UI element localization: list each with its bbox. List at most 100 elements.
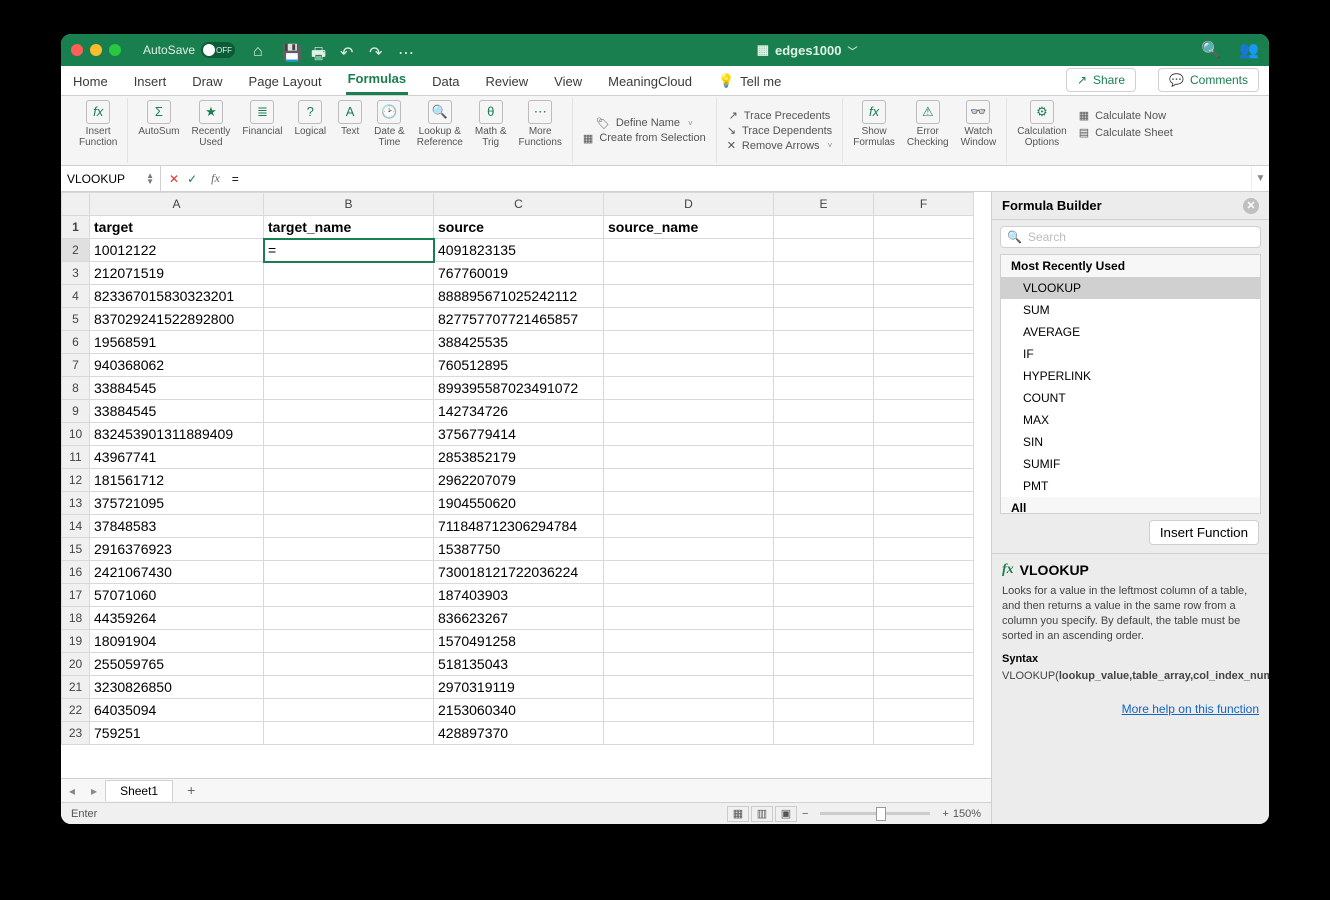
cell[interactable] [604, 492, 774, 515]
row-header[interactable]: 11 [62, 446, 90, 469]
cell[interactable]: 518135043 [434, 653, 604, 676]
sheet-nav-next-icon[interactable]: ▸ [83, 784, 105, 798]
cell[interactable] [604, 538, 774, 561]
row-header[interactable]: 20 [62, 653, 90, 676]
cell[interactable]: 2153060340 [434, 699, 604, 722]
row-header[interactable]: 16 [62, 561, 90, 584]
undo-icon[interactable]: ↶ [340, 43, 355, 58]
row-header[interactable]: 10 [62, 423, 90, 446]
cell[interactable] [774, 607, 874, 630]
cell[interactable] [264, 285, 434, 308]
cell[interactable]: 2962207079 [434, 469, 604, 492]
trace-precedents-button[interactable]: ↗Trace Precedents [725, 108, 835, 123]
more-icon[interactable]: ⋯ [398, 43, 413, 58]
cell[interactable]: 4091823135 [434, 239, 604, 262]
cell[interactable] [874, 699, 974, 722]
cell[interactable] [264, 515, 434, 538]
cell[interactable] [874, 377, 974, 400]
tab-data[interactable]: Data [430, 68, 461, 95]
function-item[interactable]: IF [1001, 343, 1260, 365]
cell[interactable] [604, 676, 774, 699]
row-header[interactable]: 13 [62, 492, 90, 515]
cell[interactable]: 888895671025242112 [434, 285, 604, 308]
cell[interactable] [774, 446, 874, 469]
function-item[interactable]: SUMIF [1001, 453, 1260, 475]
cell[interactable]: 1904550620 [434, 492, 604, 515]
cell[interactable] [774, 400, 874, 423]
row-header[interactable]: 1 [62, 216, 90, 239]
cell[interactable] [264, 699, 434, 722]
share-button[interactable]: ↗ Share [1066, 68, 1136, 92]
cell[interactable] [604, 469, 774, 492]
col-header-D[interactable]: D [604, 193, 774, 216]
function-item[interactable]: COUNT [1001, 387, 1260, 409]
cell[interactable] [604, 653, 774, 676]
view-normal-icon[interactable]: ▦ [727, 806, 749, 822]
view-page-layout-icon[interactable]: ▥ [751, 806, 773, 822]
tab-page-layout[interactable]: Page Layout [247, 68, 324, 95]
row-header[interactable]: 17 [62, 584, 90, 607]
expand-formula-bar-icon[interactable]: ▼ [1251, 166, 1269, 191]
cell[interactable] [874, 469, 974, 492]
cell[interactable] [774, 423, 874, 446]
cell[interactable] [874, 676, 974, 699]
cell[interactable]: source [434, 216, 604, 239]
cell[interactable]: 18091904 [90, 630, 264, 653]
close-window-icon[interactable] [71, 44, 83, 56]
cell[interactable] [874, 515, 974, 538]
maximize-window-icon[interactable] [109, 44, 121, 56]
formula-input[interactable]: = [226, 172, 1251, 186]
watch-window-button[interactable]: 👓Watch Window [957, 98, 1001, 150]
cell[interactable]: 899395587023491072 [434, 377, 604, 400]
cell[interactable] [874, 285, 974, 308]
cell[interactable] [604, 584, 774, 607]
cell[interactable] [604, 515, 774, 538]
tab-home[interactable]: Home [71, 68, 110, 95]
cell[interactable] [604, 423, 774, 446]
cell[interactable]: 837029241522892800 [90, 308, 264, 331]
function-search-input[interactable]: 🔍 Search [1000, 226, 1261, 248]
zoom-slider[interactable] [820, 812, 930, 815]
cell[interactable] [604, 699, 774, 722]
cell[interactable] [604, 400, 774, 423]
row-header[interactable]: 19 [62, 630, 90, 653]
cell[interactable]: 767760019 [434, 262, 604, 285]
cell[interactable] [604, 607, 774, 630]
cell[interactable] [604, 239, 774, 262]
cell[interactable] [874, 308, 974, 331]
remove-arrows-button[interactable]: ✕Remove Arrows˅ [723, 138, 837, 153]
insert-function-button[interactable]: Insert Function [1149, 520, 1259, 545]
cell[interactable]: 375721095 [90, 492, 264, 515]
mathtrig-button[interactable]: θMath & Trig [471, 98, 511, 150]
cell[interactable]: 760512895 [434, 354, 604, 377]
cell[interactable] [264, 676, 434, 699]
comments-button[interactable]: 💬 Comments [1158, 68, 1259, 92]
row-header[interactable]: 7 [62, 354, 90, 377]
tab-meaningcloud[interactable]: MeaningCloud [606, 68, 694, 95]
col-header-F[interactable]: F [874, 193, 974, 216]
cell[interactable]: 711848712306294784 [434, 515, 604, 538]
cell[interactable]: 44359264 [90, 607, 264, 630]
function-item[interactable]: AVERAGE [1001, 321, 1260, 343]
cell[interactable] [774, 515, 874, 538]
cell[interactable] [264, 308, 434, 331]
close-panel-icon[interactable]: ✕ [1243, 198, 1259, 214]
cell[interactable]: 19568591 [90, 331, 264, 354]
cell[interactable] [774, 308, 874, 331]
cell[interactable] [604, 630, 774, 653]
cell[interactable] [604, 446, 774, 469]
recently-used-button[interactable]: ★Recently Used [188, 98, 235, 150]
row-header[interactable]: 23 [62, 722, 90, 745]
cell[interactable] [264, 653, 434, 676]
cell[interactable] [264, 423, 434, 446]
more-help-link[interactable]: More help on this function [992, 698, 1269, 720]
row-header[interactable]: 21 [62, 676, 90, 699]
cell[interactable]: 730018121722036224 [434, 561, 604, 584]
text-button[interactable]: AText [334, 98, 366, 139]
cell[interactable]: = [264, 239, 434, 262]
cell[interactable] [874, 400, 974, 423]
cell[interactable]: 1570491258 [434, 630, 604, 653]
cell[interactable] [774, 561, 874, 584]
cell[interactable] [874, 354, 974, 377]
function-item[interactable]: SIN [1001, 431, 1260, 453]
